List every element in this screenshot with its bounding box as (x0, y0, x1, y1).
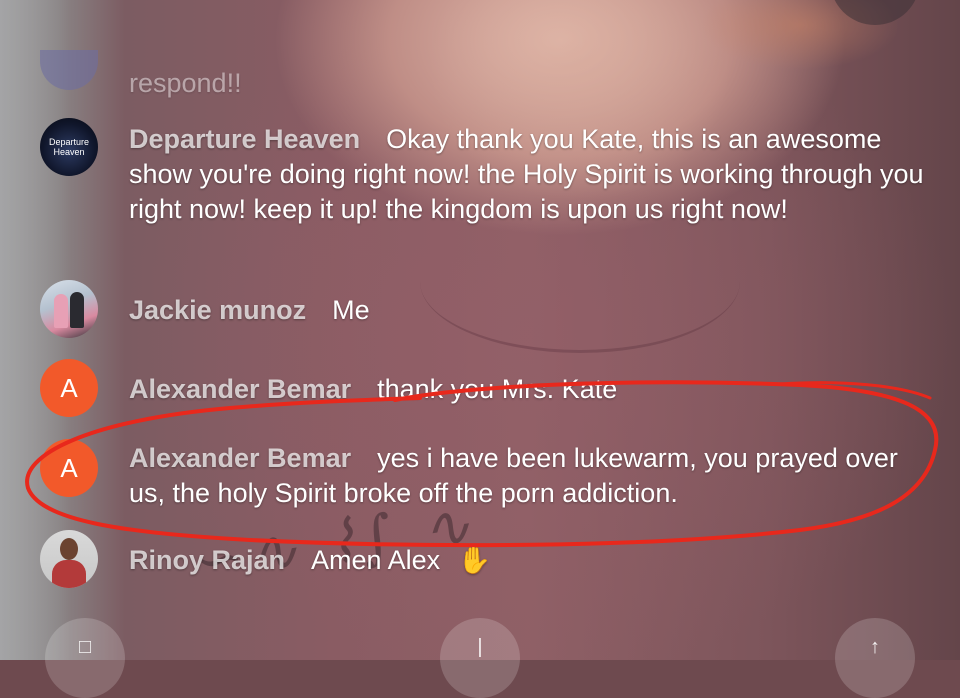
comment-body: Amen Alex (311, 545, 441, 575)
comment-text: Jackie munoz Me (129, 293, 941, 328)
comment-body: respond!! (129, 68, 242, 98)
comment-text: Departure Heaven Okay thank you Kate, thi… (129, 122, 941, 227)
avatar[interactable]: A (40, 439, 98, 497)
comment-text: Alexander Bemar thank you Mrs. Kate (129, 372, 941, 407)
raised-hand-icon: ✋ (457, 545, 492, 575)
avatar[interactable] (40, 280, 98, 338)
arrow-icon: ↑ (870, 636, 880, 658)
bar-icon: | (477, 636, 483, 658)
live-comments-feed: respond!! Departure Heaven Departure Hea… (0, 0, 960, 660)
comment-author[interactable]: Jackie munoz (129, 295, 306, 325)
comment-body: thank you Mrs. Kate (377, 374, 618, 404)
bottom-left-control[interactable]: □ (45, 618, 125, 698)
comment-author[interactable]: Alexander Bemar (129, 443, 351, 473)
comment-text: Rinoy Rajan Amen Alex ✋ (129, 543, 941, 578)
avatar[interactable] (40, 530, 98, 588)
avatar (40, 50, 98, 90)
bottom-right-control[interactable]: ↑ (835, 618, 915, 698)
square-icon: □ (78, 636, 92, 658)
comment-author[interactable]: Rinoy Rajan (129, 545, 285, 575)
comment-author[interactable]: Alexander Bemar (129, 374, 351, 404)
comment-text: respond!! (129, 66, 941, 101)
bottom-center-control[interactable]: | (440, 618, 520, 698)
comment-author[interactable]: Departure Heaven (129, 124, 360, 154)
avatar-label: Departure Heaven (48, 137, 90, 157)
avatar[interactable]: A (40, 359, 98, 417)
avatar[interactable]: Departure Heaven (40, 118, 98, 176)
comment-body: Me (332, 295, 370, 325)
comment-text: Alexander Bemar yes i have been lukewarm,… (129, 441, 941, 511)
